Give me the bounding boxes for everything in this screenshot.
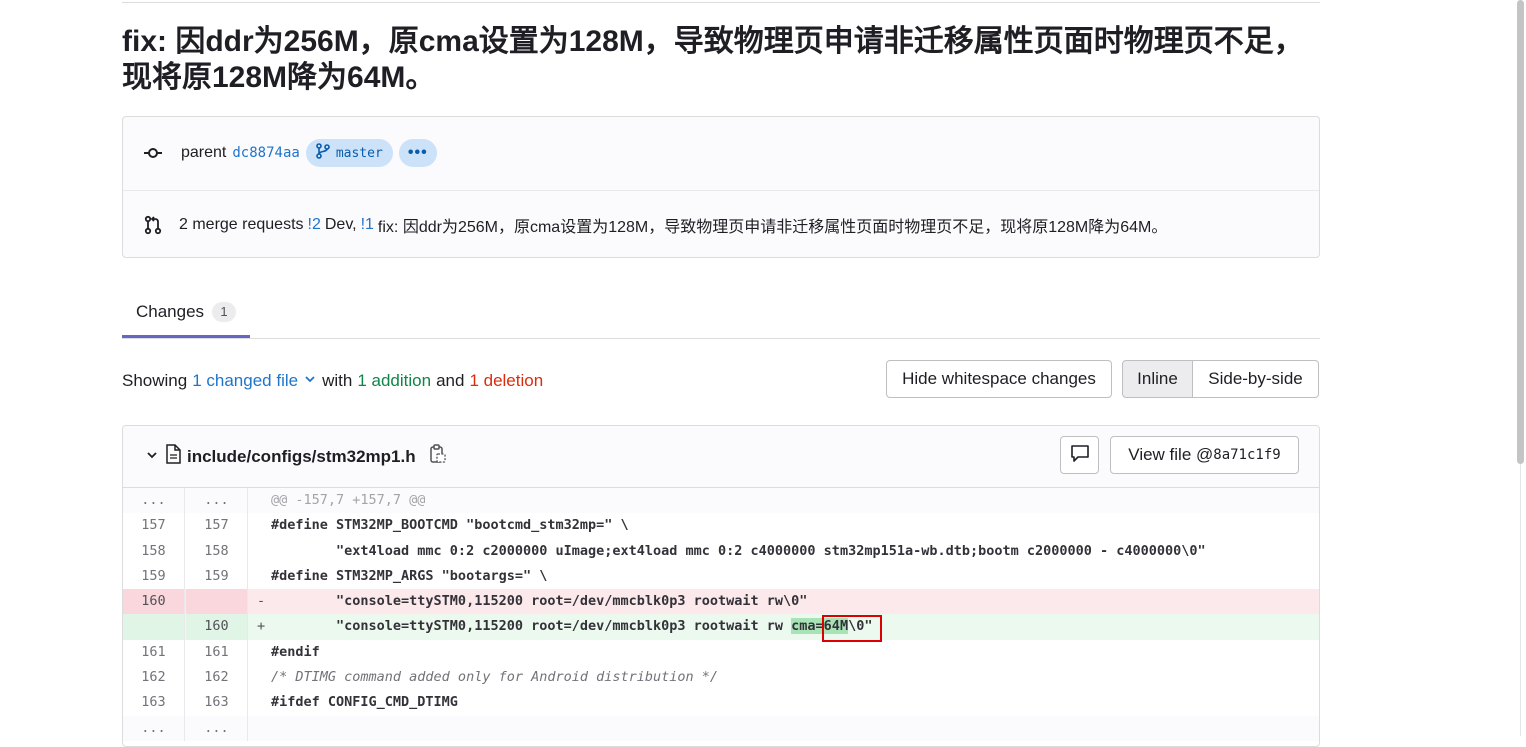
tab-changes-count: 1 [212, 301, 237, 322]
diff-lines: ... ... @@ -157,7 +157,7 @@ 157 157 #def… [123, 488, 1319, 741]
mr-link-2[interactable]: !2 [308, 216, 321, 234]
mr-title-2: Dev, [324, 216, 357, 233]
copy-path-icon[interactable] [428, 444, 446, 469]
diff-line: 157 157 #define STM32MP_BOOTCMD "bootcmd… [123, 513, 1319, 539]
code-text-before: "console=ttySTM0,115200 root=/dev/mmcblk… [271, 618, 792, 635]
parent-label: parent [181, 144, 227, 161]
branch-icon [316, 143, 330, 163]
more-branches-button[interactable]: ••• [398, 139, 437, 167]
code-text: #define STM32MP_BOOTCMD "bootcmd_stm32mp… [271, 517, 629, 534]
diff-line: 162 162 /* DTIMG command added only for … [123, 665, 1319, 691]
old-line-number[interactable]: 160 [123, 589, 185, 615]
chevron-down-icon[interactable] [145, 447, 159, 467]
tab-changes[interactable]: Changes 1 [122, 288, 250, 338]
diff-summary: Showing 1 changed file with 1 addition a… [122, 371, 543, 391]
commit-title: fix: 因ddr为256M，原cma设置为128M，导致物理页申请非迁移属性页… [122, 25, 1304, 94]
code-text: #endif [271, 643, 320, 660]
summary-with: with [322, 371, 353, 390]
summary-additions: 1 addition [357, 371, 432, 390]
commit-parent-row: parent dc8874aa master ••• [143, 137, 437, 169]
diff-sign: - [257, 593, 266, 610]
new-line-number[interactable]: 158 [186, 538, 248, 564]
top-divider [122, 2, 1320, 3]
old-line-number[interactable] [123, 614, 185, 640]
changed-files-dropdown[interactable]: 1 changed file [192, 371, 298, 391]
hunk-header: @@ -157,7 +157,7 @@ [271, 492, 426, 508]
branch-name: master [335, 145, 383, 161]
summary-showing: Showing [122, 371, 188, 390]
new-line-number[interactable]: 161 [186, 639, 248, 666]
diff-line-deleted: 160 - "console=ttySTM0,115200 root=/dev/… [123, 589, 1319, 615]
comment-icon [1070, 444, 1090, 467]
diff-file: include/configs/stm32mp1.h View file @ 8… [122, 425, 1320, 747]
annotation-highlight-box [822, 615, 882, 643]
file-title: include/configs/stm32mp1.h [145, 444, 446, 469]
code-text: "ext4load mmc 0:2 c2000000 uImage;ext4lo… [271, 542, 1206, 559]
merge-requests-count: 2 merge requests [179, 216, 304, 233]
diff-line: 163 163 #ifdef CONFIG_CMD_DTIMG [123, 690, 1319, 716]
diff-line-hunk: ... ... @@ -157,7 +157,7 @@ [123, 488, 1319, 514]
mr-title-1: fix: 因ddr为256M，原cma设置为128M，导致物理页申请非迁移属性页… [377, 219, 1168, 236]
diff-line: 158 158 "ext4load mmc 0:2 c2000000 uImag… [123, 538, 1319, 564]
merge-requests-row: 2 merge requests !2 Dev, !1 fix: 因ddr为25… [143, 211, 1167, 239]
old-line-number[interactable]: 162 [123, 665, 185, 691]
diff-file-header: include/configs/stm32mp1.h View file @ 8… [123, 426, 1319, 488]
diff-line-hunk: ... ... [123, 715, 1319, 741]
new-line-number[interactable] [186, 589, 248, 615]
chevron-down-icon[interactable] [303, 371, 317, 391]
new-line-number[interactable]: 162 [186, 665, 248, 691]
summary-deletions: 1 deletion [469, 371, 544, 390]
old-line-number[interactable]: 157 [123, 513, 185, 539]
tab-changes-label: Changes [135, 301, 205, 321]
branch-badge[interactable]: master [305, 139, 393, 167]
new-line-number[interactable]: 160 [186, 614, 248, 640]
code-text: #ifdef CONFIG_CMD_DTIMG [271, 694, 458, 711]
comment-button[interactable] [1060, 436, 1099, 474]
diff-line: 161 161 #endif [123, 639, 1319, 666]
view-file-sha: 8a71c1f9 [1213, 447, 1281, 463]
code-text: "console=ttySTM0,115200 root=/dev/mmcblk… [271, 593, 808, 610]
file-icon [165, 444, 181, 469]
hide-whitespace-button[interactable]: Hide whitespace changes [886, 360, 1112, 398]
old-line-number[interactable]: 161 [123, 639, 185, 666]
summary-and: and [436, 371, 465, 390]
parent-sha-link[interactable]: dc8874aa [232, 145, 299, 161]
new-line-number[interactable]: 157 [186, 513, 248, 539]
old-line-number[interactable]: ... [123, 488, 185, 514]
info-divider [123, 190, 1319, 191]
new-line-number[interactable]: 159 [186, 563, 248, 590]
old-line-number[interactable]: 158 [123, 538, 185, 564]
diff-line: 159 159 #define STM32MP_ARGS "bootargs="… [123, 563, 1319, 590]
code-comment: /* DTIMG command added only for Android … [271, 669, 719, 686]
code-text: "console=ttySTM0,115200 root=/dev/mmcblk… [271, 614, 872, 639]
old-line-number[interactable]: 163 [123, 690, 185, 716]
side-by-side-button[interactable]: Side-by-side [1193, 360, 1319, 398]
file-path[interactable]: include/configs/stm32mp1.h [187, 447, 416, 467]
diff-line-added: 160 + "console=ttySTM0,115200 root=/dev/… [123, 614, 1319, 643]
commit-info-box: parent dc8874aa master ••• 2 merge reque… [122, 116, 1320, 258]
mr-link-1[interactable]: !1 [361, 216, 374, 234]
code-text: #define STM32MP_ARGS "bootargs=" \ [271, 567, 548, 584]
diff-sign: + [257, 618, 266, 635]
new-line-number[interactable]: ... [186, 715, 248, 741]
new-line-number[interactable]: ... [186, 488, 248, 514]
view-file-button[interactable]: View file @ 8a71c1f9 [1110, 436, 1299, 474]
view-file-label: View file @ [1128, 445, 1214, 464]
inline-view-button[interactable]: Inline [1122, 360, 1193, 398]
scrollbar-thumb[interactable] [1517, 0, 1524, 464]
old-line-number[interactable]: ... [123, 715, 185, 741]
old-line-number[interactable]: 159 [123, 563, 185, 590]
commit-icon [143, 143, 163, 163]
new-line-number[interactable]: 163 [186, 690, 248, 716]
changes-tabs: Changes 1 [122, 288, 1320, 339]
merge-request-icon [143, 215, 163, 235]
